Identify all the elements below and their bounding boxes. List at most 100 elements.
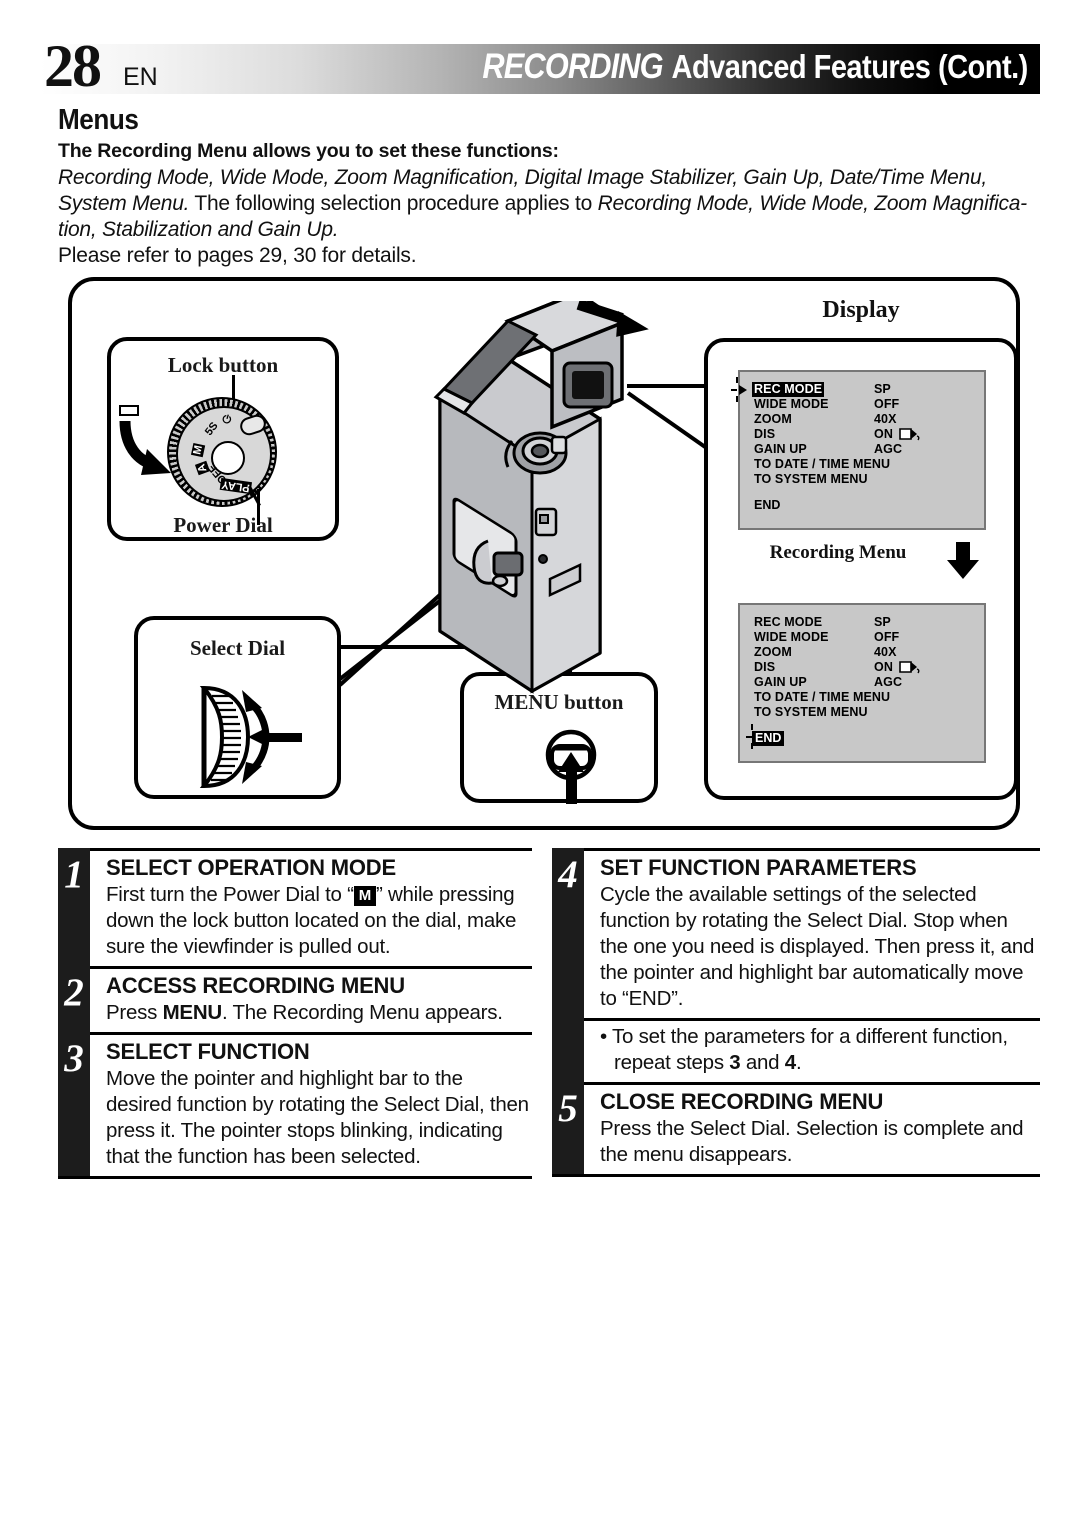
dial-position-5s: 5S	[202, 419, 221, 439]
dial-pointer-marker	[119, 405, 139, 416]
step-4-number: 4	[558, 853, 578, 896]
power-dial[interactable]: ⏻ 5S M A OFF PLAY	[167, 397, 277, 507]
lcd1-row-dis[interactable]: DIS ON	[754, 427, 980, 442]
step-4: 4 SET FUNCTION PARAMETERS Cycle the avai…	[552, 848, 1040, 1018]
select-dial-icon[interactable]	[190, 682, 310, 792]
step-1-body: First turn the Power Dial to “M” while p…	[106, 882, 532, 966]
intro-text-block: The Recording Menu allows you to set the…	[58, 140, 1048, 269]
step-5-title: CLOSE RECORDING MENU	[600, 1089, 884, 1114]
intro-line2b: The following selection procedure applie…	[189, 192, 598, 215]
steps-left-bottom-rule	[58, 1176, 532, 1179]
lcd1-row-rec-mode[interactable]: REC MODE SP	[731, 377, 980, 402]
lcd2-value-0: SP	[874, 615, 891, 629]
lcd1-row-system-menu[interactable]: TO SYSTEM MENU	[754, 472, 980, 487]
lcd1-rows: REC MODE SP WIDE MODE OFF ZOOM 40X DIS O…	[731, 377, 980, 487]
steps-right-bottom-rule	[552, 1174, 1040, 1177]
lock-button-label: Lock button	[167, 353, 279, 377]
note-mid: and	[740, 1051, 785, 1074]
lcd1-label-1: WIDE MODE	[754, 397, 829, 411]
dial-position-m: M	[190, 442, 206, 458]
lcd1-value-1: OFF	[874, 397, 900, 411]
manual-page: 28 EN RECORDING Advanced Features (Cont.)…	[0, 0, 1080, 1533]
lcd2-value-4: AGC	[874, 675, 903, 689]
lcd1-value-2: 40X	[874, 412, 897, 426]
intro-lead: The Recording Menu allows you to set the…	[58, 140, 559, 162]
callout-select-dial: Select Dial	[134, 616, 341, 799]
diagram-panel: Lock button ⏻ 5S M A OFF PLAY Power Dial…	[68, 277, 1020, 830]
step-5: 5 CLOSE RECORDING MENU Press the Select …	[552, 1082, 1040, 1174]
note-pre: • To set the parameters for a different …	[600, 1025, 1008, 1074]
power-dial-face: ⏻ 5S M A OFF PLAY	[176, 406, 272, 502]
page-language-code: EN	[123, 63, 158, 91]
header-title-recording: RECORDING	[482, 47, 664, 86]
step-2-number: 2	[64, 971, 84, 1014]
section-title: Menus	[58, 104, 139, 136]
rotate-dial-arrow-icon	[119, 420, 171, 475]
lcd1-row-zoom[interactable]: ZOOM 40X	[754, 412, 980, 427]
recording-menu-caption: Recording Menu	[769, 542, 907, 563]
menu-button-icon[interactable]	[536, 728, 606, 806]
lcd2-value-3: ON	[874, 660, 893, 674]
camcorder-illustration	[433, 301, 649, 694]
down-arrow-icon	[947, 542, 979, 579]
lcd2-label-3: DIS	[754, 660, 776, 674]
lcd1-end[interactable]: END	[754, 498, 780, 513]
dial-position-power-icon: ⏻	[220, 412, 233, 428]
step-5-number: 5	[558, 1087, 578, 1130]
callout-display: REC MODE SP WIDE MODE OFF ZOOM 40X DIS O…	[704, 338, 1018, 800]
intro-line2a: System Menu.	[58, 192, 190, 215]
note-step-b: 4	[784, 1051, 796, 1074]
note-post: .	[795, 1051, 802, 1074]
step-1-title: SELECT OPERATION MODE	[106, 855, 396, 880]
intro-body: Recording Mode, Wide Mode, Zoom Magnific…	[58, 165, 1048, 243]
lcd2-label-4: GAIN UP	[754, 675, 807, 689]
lcd2-row-gain-up[interactable]: GAIN UP AGC	[754, 675, 980, 690]
lcd-screen-recording-menu-end: REC MODE SP WIDE MODE OFF ZOOM 40X DIS O…	[738, 603, 986, 763]
step-1-number: 1	[64, 853, 84, 896]
page-number: 28	[44, 33, 102, 99]
lcd1-value-0: SP	[874, 382, 891, 396]
lcd2-label-6: TO SYSTEM MENU	[754, 705, 868, 719]
lcd2-value-1: OFF	[874, 630, 900, 644]
mode-m-icon: M	[353, 886, 376, 906]
intro-line3: tion, Stabilization and Gain Up.	[58, 218, 339, 241]
lcd2-label-2: ZOOM	[754, 645, 792, 659]
lcd1-row-date-time-menu[interactable]: TO DATE / TIME MENU	[754, 457, 980, 472]
lcd1-label-6: TO SYSTEM MENU	[754, 472, 868, 486]
page-header-title: RECORDING Advanced Features (Cont.)	[482, 47, 1029, 87]
lcd1-label-2: ZOOM	[754, 412, 792, 426]
lcd2-end[interactable]: END	[752, 731, 785, 746]
image-stabilizer-icon	[899, 428, 920, 441]
step-2-menu-keyword: MENU	[162, 1001, 223, 1024]
lock-button[interactable]	[237, 412, 269, 438]
lcd2-row-date-time-menu[interactable]: TO DATE / TIME MENU	[754, 690, 980, 705]
step-4-title: SET FUNCTION PARAMETERS	[600, 855, 917, 880]
lcd1-row-gain-up[interactable]: GAIN UP AGC	[754, 442, 980, 457]
lcd2-rows: REC MODE SP WIDE MODE OFF ZOOM 40X DIS O…	[754, 615, 980, 720]
lcd2-value-2: 40X	[874, 645, 897, 659]
lcd2-row-zoom[interactable]: ZOOM 40X	[754, 645, 980, 660]
display-heading: Display	[822, 297, 900, 323]
steps-column-right: 4 SET FUNCTION PARAMETERS Cycle the avai…	[552, 848, 1040, 1177]
lcd2-label-5: TO DATE / TIME MENU	[754, 690, 891, 704]
lcd1-row-wide-mode[interactable]: WIDE MODE OFF	[754, 397, 980, 412]
note-step-a: 3	[729, 1051, 741, 1074]
image-stabilizer-icon	[899, 661, 920, 674]
repeat-steps-note: • To set the parameters for a different …	[552, 1018, 1040, 1082]
lcd2-row-dis[interactable]: DIS ON	[754, 660, 980, 675]
step-3-title: SELECT FUNCTION	[106, 1039, 310, 1064]
lcd1-label-4: GAIN UP	[754, 442, 807, 456]
lcd1-label-0: REC MODE	[752, 382, 825, 397]
step-1-body-pre: First turn the Power Dial to “	[106, 883, 354, 906]
lcd1-value-3: ON	[874, 427, 893, 441]
step-2-body: Press MENU. The Recording Menu appears.	[106, 1000, 532, 1032]
step-5-body: Press the Select Dial. Selection is comp…	[600, 1117, 1024, 1166]
lcd2-row-wide-mode[interactable]: WIDE MODE OFF	[754, 630, 980, 645]
step-3: 3 SELECT FUNCTION Move the pointer and h…	[58, 1032, 532, 1176]
step-2-title: ACCESS RECORDING MENU	[106, 973, 405, 998]
lcd1-label-3: DIS	[754, 427, 776, 441]
lcd2-row-system-menu[interactable]: TO SYSTEM MENU	[754, 705, 980, 720]
lcd2-label-1: WIDE MODE	[754, 630, 829, 644]
step-2-body-pre: Press	[106, 1001, 163, 1024]
lcd2-row-rec-mode[interactable]: REC MODE SP	[754, 615, 980, 630]
